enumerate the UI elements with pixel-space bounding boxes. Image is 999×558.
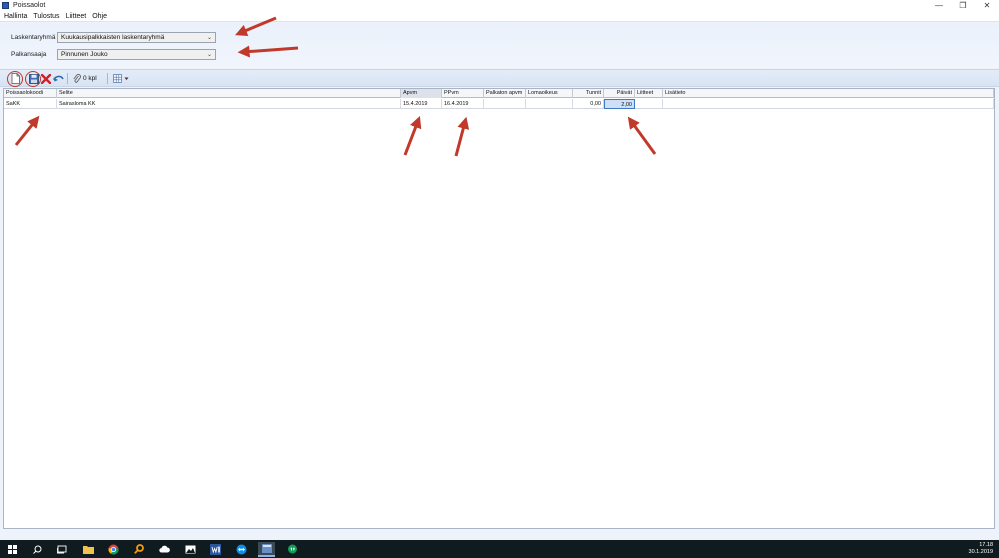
file-explorer-icon xyxy=(82,545,94,554)
new-button[interactable] xyxy=(9,72,22,85)
window-controls: — ❐ ✕ xyxy=(927,0,999,11)
clock-date: 30.1.2019 xyxy=(968,549,993,555)
search-icon xyxy=(32,545,41,554)
start-icon xyxy=(7,544,17,554)
column-header-selite[interactable]: Selite xyxy=(57,89,401,98)
cell-ppvm[interactable]: 16.4.2019 xyxy=(442,99,484,109)
title-bar: Poissaolot — ❐ ✕ xyxy=(0,0,999,11)
grid-layout-icon xyxy=(113,74,122,83)
column-header-palkaton-apvm[interactable]: Palkaton apvm xyxy=(484,89,526,98)
attachment-icon xyxy=(72,73,81,83)
cell-lomaoikeus[interactable] xyxy=(526,99,573,109)
absence-table[interactable]: Poissaolokoodi Selite Apvm PPvm Palkaton… xyxy=(3,88,995,529)
cell-liitteet[interactable] xyxy=(635,99,663,109)
table-row[interactable]: SaKK Sairasloma KK 15.4.2019 16.4.2019 0… xyxy=(4,99,994,109)
task-view-button[interactable] xyxy=(56,543,68,555)
cloud-icon xyxy=(158,545,170,553)
word-button[interactable] xyxy=(209,543,221,555)
start-button[interactable] xyxy=(6,543,18,555)
group-select[interactable]: Kuukausipalkkaisten laskentaryhmä ⌄ xyxy=(57,32,216,43)
column-header-poissaolokoodi[interactable]: Poissaolokoodi xyxy=(4,89,57,98)
cell-poissaolokoodi[interactable]: SaKK xyxy=(4,99,57,109)
photos-icon xyxy=(185,545,195,553)
cloud-app-button[interactable] xyxy=(158,543,170,555)
employee-select[interactable]: Pinnunen Jouko ⌄ xyxy=(57,49,216,60)
column-header-lomaoikeus[interactable]: Lomaoikeus xyxy=(526,89,573,98)
hangouts-button[interactable] xyxy=(286,543,298,555)
attachment-count: 0 kpl xyxy=(83,75,97,82)
close-button[interactable]: ✕ xyxy=(975,0,999,11)
column-header-apvm[interactable]: Apvm xyxy=(401,89,442,98)
menu-tulostus[interactable]: Tulostus xyxy=(30,13,62,20)
payroll-app-icon xyxy=(261,544,272,553)
column-header-tunnit[interactable]: Tunnit xyxy=(573,89,604,98)
payroll-app-button[interactable] xyxy=(258,542,275,557)
save-icon xyxy=(28,73,39,84)
selection-form: Laskentaryhmä Kuukausipalkkaisten lasken… xyxy=(0,23,999,68)
search-app-button[interactable] xyxy=(133,543,145,555)
chrome-icon xyxy=(107,544,119,554)
minimize-button[interactable]: — xyxy=(927,0,951,11)
menu-hallinta[interactable]: Hallinta xyxy=(0,13,30,20)
menu-ohje[interactable]: Ohje xyxy=(89,13,110,20)
undo-button[interactable] xyxy=(52,72,65,85)
chevron-down-icon[interactable]: ⌄ xyxy=(204,34,215,41)
employee-label: Palkansaaja xyxy=(11,51,47,58)
restore-button[interactable]: ❐ xyxy=(951,0,975,11)
attachment-button[interactable] xyxy=(70,72,83,85)
cell-tunnit[interactable]: 0,00 xyxy=(573,99,604,109)
column-header-ppvm[interactable]: PPvm xyxy=(442,89,484,98)
chevron-down-icon[interactable]: ⌄ xyxy=(204,51,215,58)
cell-lisatieto[interactable] xyxy=(663,99,994,109)
clock-time: 17.18 xyxy=(979,542,993,548)
teamviewer-button[interactable] xyxy=(235,543,247,555)
menu-liitteet[interactable]: Liitteet xyxy=(63,13,90,20)
new-icon xyxy=(11,73,20,84)
cell-apvm[interactable]: 15.4.2019 xyxy=(401,99,442,109)
delete-icon xyxy=(40,73,51,84)
cell-selite[interactable]: Sairasloma KK xyxy=(57,99,401,109)
system-clock[interactable]: 17.18 30.1.2019 xyxy=(969,542,993,556)
toolbar: 0 kpl xyxy=(0,69,999,87)
window-title: Poissaolot xyxy=(13,2,46,9)
undo-icon xyxy=(53,75,64,82)
delete-button[interactable] xyxy=(39,72,52,85)
group-select-value: Kuukausipalkkaisten laskentaryhmä xyxy=(61,34,165,41)
file-explorer-button[interactable] xyxy=(82,543,94,555)
cell-paivat[interactable]: 2,00 xyxy=(604,99,635,109)
column-header-paivat[interactable]: Päivät xyxy=(604,89,635,98)
task-view-icon xyxy=(57,545,67,553)
column-header-lisatieto[interactable]: Lisätieto xyxy=(663,89,994,98)
cell-palkaton-apvm[interactable] xyxy=(484,99,526,109)
word-icon xyxy=(209,543,221,555)
toolbar-separator xyxy=(107,73,108,84)
app-icon xyxy=(2,2,9,9)
menu-bar: Hallinta Tulostus Liitteet Ohje xyxy=(0,11,999,22)
hangouts-icon xyxy=(287,544,297,553)
table-header: Poissaolokoodi Selite Apvm PPvm Palkaton… xyxy=(4,89,994,98)
teamviewer-icon xyxy=(236,544,246,554)
taskbar: 17.18 30.1.2019 xyxy=(0,540,999,558)
chrome-button[interactable] xyxy=(107,543,119,555)
group-label: Laskentaryhmä xyxy=(11,34,56,41)
dropdown-arrow-icon xyxy=(124,77,129,80)
grid-layout-button[interactable] xyxy=(111,72,131,85)
search-app-icon xyxy=(134,544,144,554)
photos-button[interactable] xyxy=(184,543,196,555)
column-header-liitteet[interactable]: Liitteet xyxy=(635,89,663,98)
search-button[interactable] xyxy=(31,543,43,555)
toolbar-separator xyxy=(67,73,68,84)
employee-select-value: Pinnunen Jouko xyxy=(61,51,108,58)
